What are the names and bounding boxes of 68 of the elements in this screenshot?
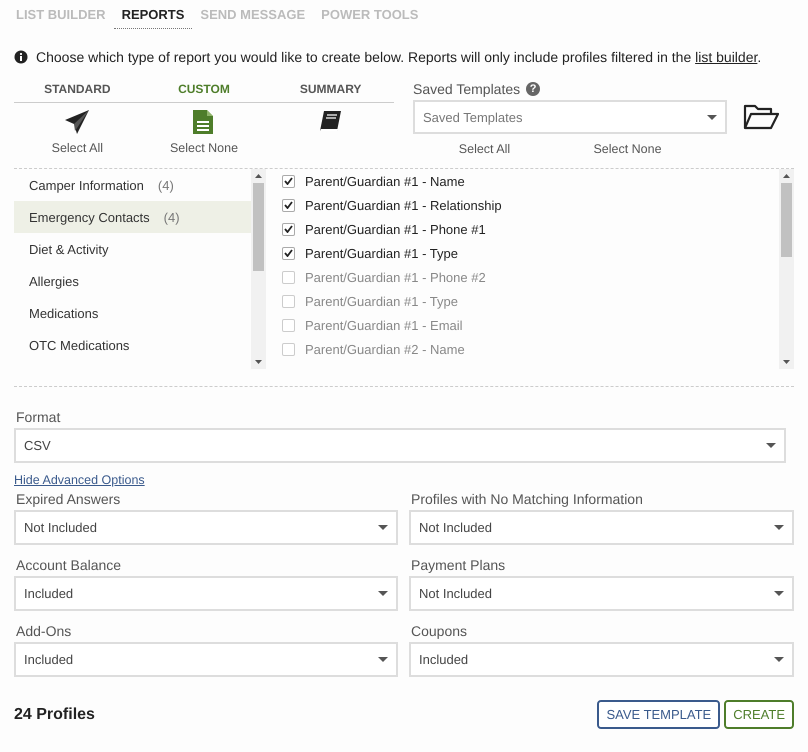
caret-icon: [378, 657, 388, 662]
intro-text: Choose which type of report you would like to create below. Reports will only include profiles filtered in the list builder.: [36, 49, 762, 65]
check-icon: [284, 201, 293, 209]
category-item[interactable]: Medications: [14, 297, 251, 329]
dropdown[interactable]: Included: [409, 642, 794, 677]
field-option-label: Parent/Guardian #2 - Name: [305, 342, 465, 356]
help-icon[interactable]: ?: [526, 82, 540, 96]
select-link[interactable]: Select All: [52, 139, 104, 157]
checkbox[interactable]: [282, 294, 295, 308]
field-label: Payment Plans: [410, 557, 506, 575]
category-item[interactable]: Camper Information (4): [14, 169, 251, 201]
saved-templates-dropdown[interactable]: Saved Templates: [413, 100, 727, 134]
field-label: Account Balance: [15, 557, 122, 575]
field-label: Saved Templates: [413, 81, 520, 97]
report-type-tab[interactable]: STANDARD: [14, 78, 141, 102]
caret-icon: [766, 443, 776, 448]
check-icon: [284, 225, 293, 233]
field-label: Add-Ons: [15, 623, 72, 641]
report-type-tab[interactable]: SUMMARY: [267, 78, 394, 102]
select-link[interactable]: Select None: [556, 140, 699, 158]
field-option-label: Parent/Guardian #1 - Relationship: [305, 198, 502, 212]
category-item[interactable]: OTC Medications: [14, 329, 251, 361]
category-item[interactable]: Emergency Contacts (4): [14, 201, 251, 233]
category-item[interactable]: Diet & Activity: [14, 233, 251, 265]
field-label: Expired Answers: [15, 491, 122, 509]
report-type-tab[interactable]: CUSTOM: [140, 78, 268, 102]
field-option-label: Parent/Guardian #1 - Type: [305, 294, 458, 308]
caret-icon: [378, 591, 388, 596]
select-link[interactable]: Select None: [170, 139, 238, 157]
checkbox[interactable]: [282, 174, 295, 188]
checkbox[interactable]: [282, 342, 295, 356]
check-icon: [284, 177, 293, 185]
check-icon: [284, 249, 293, 257]
caret-icon: [378, 525, 388, 530]
dropdown[interactable]: Not Included: [409, 576, 794, 611]
checkbox[interactable]: [282, 270, 295, 284]
checkbox[interactable]: [282, 318, 295, 332]
info-icon: [14, 50, 28, 64]
field-option-label: Parent/Guardian #1 - Email: [305, 318, 463, 332]
category-item[interactable]: Allergies: [14, 265, 251, 297]
tab[interactable]: REPORTS: [114, 0, 192, 29]
field-option-label: Parent/Guardian #1 - Name: [305, 174, 465, 188]
create-button[interactable]: CREATE: [724, 700, 794, 729]
field-label: Profiles with No Matching Information: [410, 491, 644, 509]
checkbox[interactable]: [282, 222, 295, 236]
dropdown[interactable]: Included: [14, 642, 398, 677]
field-option-label: Parent/Guardian #1 - Phone #1: [305, 222, 486, 236]
paper-plane-icon: [64, 109, 90, 135]
list-builder-link[interactable]: list builder: [695, 49, 758, 65]
select-link[interactable]: Select All: [413, 140, 556, 158]
field-label: Coupons: [410, 623, 468, 641]
caret-icon: [774, 591, 784, 596]
save-template-button[interactable]: SAVE TEMPLATE: [597, 700, 720, 729]
field-option-label: Parent/Guardian #1 - Phone #2: [305, 270, 486, 284]
field-label: Format: [15, 409, 62, 427]
dropdown[interactable]: Not Included: [14, 510, 398, 545]
caret-icon: [707, 114, 717, 120]
hide-advanced-options-link[interactable]: Hide Advanced Options: [14, 473, 145, 487]
dropdown[interactable]: Included: [14, 576, 398, 611]
caret-icon: [774, 657, 784, 662]
dropdown[interactable]: Not Included: [409, 510, 794, 545]
field-option-label: Parent/Guardian #1 - Type: [305, 246, 458, 260]
checkbox[interactable]: [282, 246, 295, 260]
dropdown[interactable]: CSV: [14, 428, 786, 463]
profile-count: 24 Profiles: [14, 706, 95, 724]
folder-icon[interactable]: [743, 103, 779, 131]
caret-icon: [774, 525, 784, 530]
checkbox[interactable]: [282, 198, 295, 212]
